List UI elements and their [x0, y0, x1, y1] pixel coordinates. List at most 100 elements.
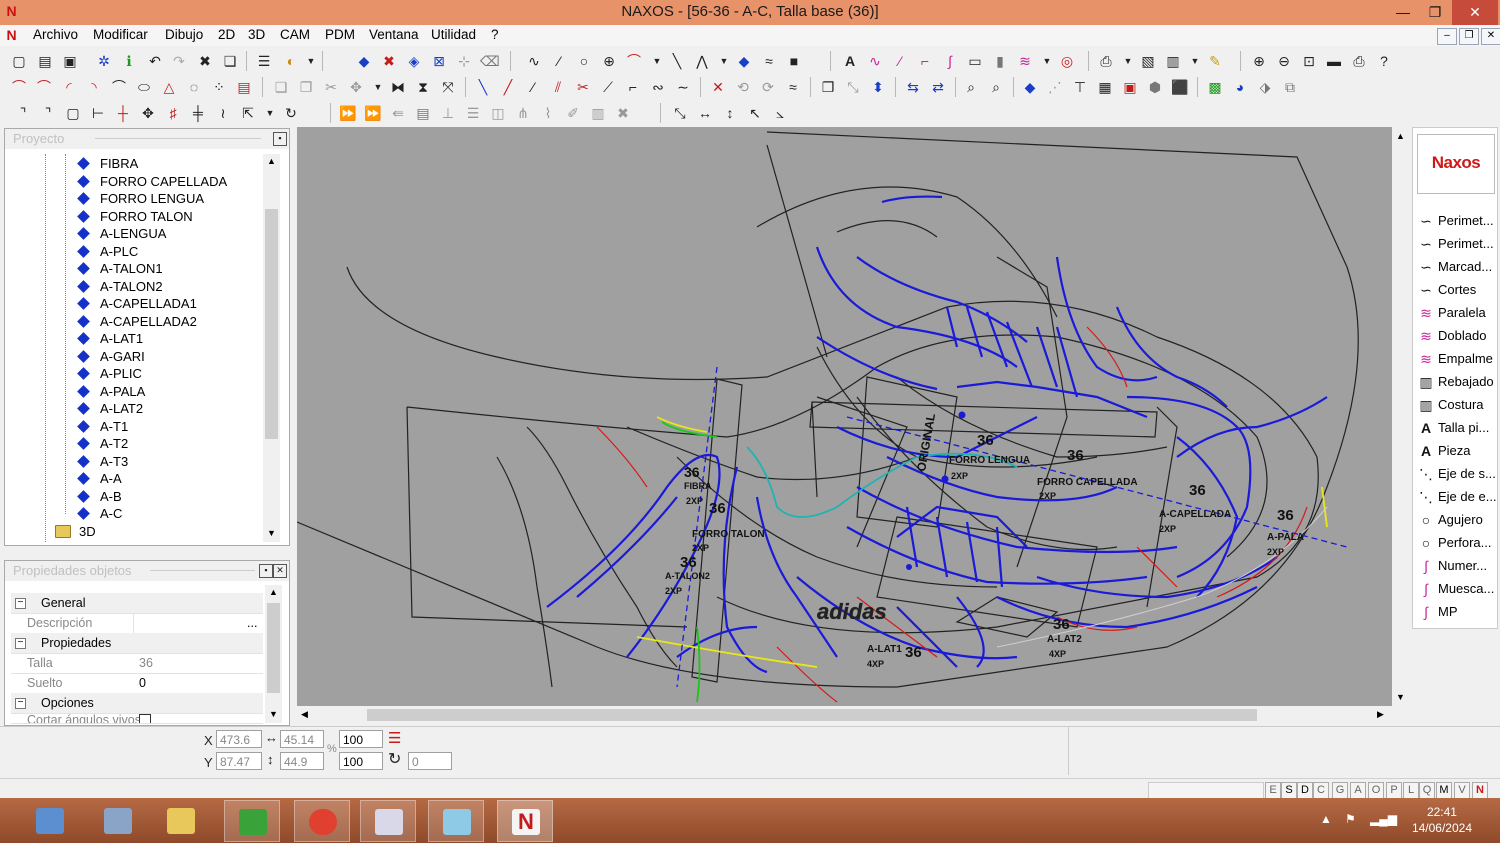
menu-ventana[interactable]: Ventana	[369, 27, 419, 42]
intersect-icon[interactable]: ✕	[709, 78, 727, 96]
dropdown-icon[interactable]: ▼	[1186, 52, 1204, 70]
settings-icon[interactable]: ✲	[95, 52, 113, 70]
scroll-thumb[interactable]	[267, 603, 280, 693]
taskbar-explorer-app[interactable]	[90, 800, 146, 842]
back-gray-icon[interactable]: ⇚	[389, 104, 407, 122]
row-descripcion[interactable]: Descripción ...	[11, 613, 263, 634]
file-gray-icon[interactable]: ▤	[414, 104, 432, 122]
taskbar-file-explorer[interactable]	[153, 800, 209, 842]
columns-gray-icon[interactable]: ◫	[489, 104, 507, 122]
status-toggle-p[interactable]: P	[1386, 782, 1402, 799]
node-icon[interactable]: ◈	[405, 52, 423, 70]
y-coordinate-field[interactable]: 87.47	[216, 752, 262, 770]
circle-tool-icon[interactable]: ○	[575, 52, 593, 70]
refresh-icon[interactable]: ↻	[282, 104, 300, 122]
forward-icon[interactable]: ⏩	[339, 104, 357, 122]
status-toggle-v[interactable]: V	[1454, 782, 1470, 799]
x-gray-icon[interactable]: ✖	[614, 104, 632, 122]
collapse-icon[interactable]: −	[15, 638, 26, 649]
slash-tool-icon[interactable]: ⁄	[891, 52, 909, 70]
mark-tool-icon[interactable]: ▮	[991, 52, 1009, 70]
hatch-icon[interactable]: ▧	[1139, 52, 1157, 70]
rotate-gray-icon[interactable]: ⟲	[734, 78, 752, 96]
dropdown-icon[interactable]: ▼	[261, 104, 279, 122]
rect-tool-icon[interactable]: ▭	[966, 52, 984, 70]
scroll-up-icon[interactable]: ▲	[267, 156, 276, 166]
scroll-thumb[interactable]	[367, 709, 1257, 721]
scale-y-field[interactable]: 100	[339, 752, 383, 770]
image-icon[interactable]: ▩	[1206, 78, 1224, 96]
node-edit-icon[interactable]: ◆	[1021, 78, 1039, 96]
cut-gray-icon[interactable]: ✂	[322, 78, 340, 96]
arc-tool-icon[interactable]: ⌒	[625, 52, 643, 70]
cut-line-icon[interactable]: ⫽	[549, 78, 567, 96]
canvas-vertical-scrollbar[interactable]: ▲ ▼	[1392, 127, 1409, 706]
flag-icon[interactable]: ⚑	[1345, 812, 1356, 826]
status-toggle-l[interactable]: L	[1403, 782, 1419, 799]
angle2-dim-icon[interactable]: ⦣	[771, 104, 789, 122]
section-propiedades[interactable]: − Propiedades	[11, 633, 263, 654]
scroll-up-icon[interactable]: ▲	[1396, 131, 1405, 141]
align-icon[interactable]: ⊤	[1071, 78, 1089, 96]
link-icon[interactable]: ⇆	[904, 78, 922, 96]
scale-x-field[interactable]: 100	[339, 730, 383, 748]
project-pin-button[interactable]: ▪	[273, 132, 287, 146]
duplicate-icon[interactable]: ❐	[819, 78, 837, 96]
tray-up-icon[interactable]: ▲	[1320, 812, 1332, 826]
browse-button[interactable]: ...	[247, 616, 257, 630]
angle-dim-icon[interactable]: ↖	[746, 104, 764, 122]
dropdown-icon[interactable]: ▼	[302, 52, 320, 70]
taskbar-naxos[interactable]: N	[497, 800, 553, 842]
split-icon[interactable]: ✂	[574, 78, 592, 96]
mdi-minimize-button[interactable]: –	[1437, 28, 1457, 45]
eraser-icon[interactable]: ⌫	[480, 52, 500, 70]
text-tool-icon[interactable]: A	[841, 52, 859, 70]
fill-tool-icon[interactable]: ■	[785, 52, 803, 70]
grid-icon[interactable]: ▤	[235, 78, 253, 96]
row-cortar[interactable]: Cortar ángulos vivos	[11, 713, 263, 724]
taskbar-calculator[interactable]	[22, 800, 78, 842]
snap-gray-icon[interactable]: ⋰	[1046, 78, 1064, 96]
corner2-icon[interactable]: ⌝	[39, 104, 57, 122]
measure-icon[interactable]: ⊹	[455, 52, 473, 70]
polyline-tool-icon[interactable]: ⋀	[693, 52, 711, 70]
status-toggle-e[interactable]: E	[1265, 782, 1281, 799]
split-gray-icon[interactable]: ⋔	[514, 104, 532, 122]
cortar-checkbox[interactable]	[139, 714, 151, 723]
curve-tool-icon[interactable]: ∿	[525, 52, 543, 70]
status-toggle-s[interactable]: S	[1281, 782, 1297, 799]
maximize-button[interactable]: ❐	[1418, 0, 1452, 25]
lines-gray-icon[interactable]: ☰	[464, 104, 482, 122]
extend-icon[interactable]: ╱	[499, 78, 517, 96]
collapse-icon[interactable]: −	[15, 598, 26, 609]
properties-pin-button[interactable]: ▪	[259, 564, 273, 578]
delete-icon[interactable]: ✖	[196, 52, 214, 70]
dropdown-icon[interactable]: ▼	[369, 78, 387, 96]
project-scrollbar[interactable]: ▲ ▼	[263, 154, 280, 542]
paste-gray-icon[interactable]: ❐	[297, 78, 315, 96]
menu-modificar[interactable]: Modificar	[93, 27, 148, 42]
dropdown-icon[interactable]: ▼	[1119, 52, 1137, 70]
menu-help[interactable]: ?	[491, 27, 499, 42]
table-icon[interactable]: ▦	[1096, 78, 1114, 96]
mdi-close-button[interactable]: ✕	[1481, 28, 1500, 45]
zoom-icon[interactable]: ⌕	[987, 78, 1005, 96]
arc-red-icon[interactable]: ⌒	[10, 78, 28, 96]
taskbar-blue-app[interactable]	[428, 800, 484, 842]
smooth-icon[interactable]: ∾	[649, 78, 667, 96]
layers-icon[interactable]: ☰	[255, 52, 273, 70]
zoom-out-icon[interactable]: ⊖	[1275, 52, 1293, 70]
break-icon[interactable]: ⁄	[524, 78, 542, 96]
horizontal-dim-icon[interactable]: ↔	[696, 104, 714, 122]
scroll-up-icon[interactable]: ▲	[269, 587, 278, 597]
trim-icon[interactable]: ⤧	[439, 78, 457, 96]
taskbar-green-app[interactable]	[224, 800, 280, 842]
join-line-icon[interactable]: ⟋	[599, 78, 617, 96]
unlink-icon[interactable]: ⇄	[929, 78, 947, 96]
arc-icon[interactable]: ⌒	[110, 78, 128, 96]
corner1-icon[interactable]: ⌝	[14, 104, 32, 122]
segment-tool-icon[interactable]: ╲	[668, 52, 686, 70]
wave-tool-icon[interactable]: ∿	[866, 52, 884, 70]
grid-gray-icon[interactable]: ▥	[589, 104, 607, 122]
move-icon[interactable]: ✥	[139, 104, 157, 122]
